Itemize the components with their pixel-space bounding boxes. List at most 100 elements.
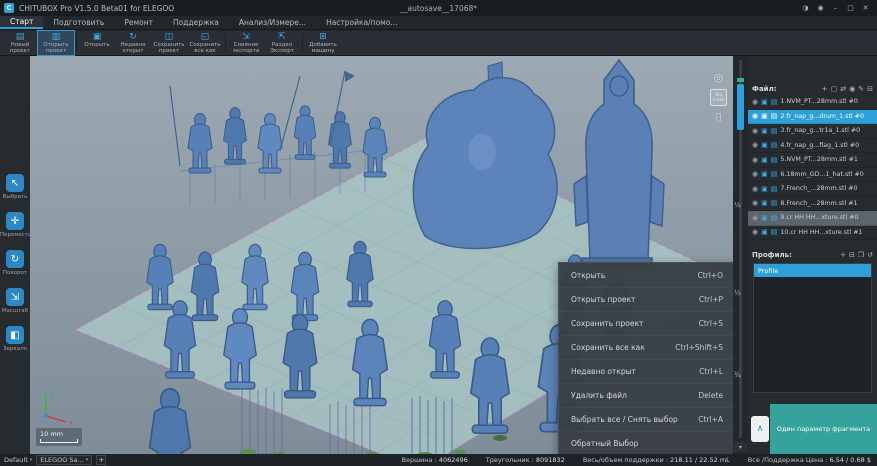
user-icon[interactable]: ◉ bbox=[813, 1, 828, 15]
tab-prepare[interactable]: Подготовить bbox=[43, 16, 114, 29]
eye-icon[interactable]: ◉ bbox=[752, 214, 758, 222]
context-menu-recently-opened[interactable]: Недавно открыт Ctrl+L bbox=[559, 360, 733, 384]
eye-icon[interactable]: ◉ bbox=[752, 112, 758, 120]
support-state-icon[interactable]: ▣ bbox=[761, 127, 768, 135]
select-tool-button[interactable]: ↖ Выбрать bbox=[3, 174, 28, 200]
file-type-icon: ▤ bbox=[771, 98, 778, 106]
vertex-stat: Вершина : 4062496 bbox=[402, 456, 468, 464]
section-export-label: Раздел Экспорт bbox=[264, 42, 300, 54]
save-project-button[interactable]: ◫ Сохранить проект bbox=[151, 31, 187, 55]
eye-icon[interactable]: ◉ bbox=[752, 228, 758, 236]
mirror-tool-button[interactable]: ◧ Зеркало bbox=[3, 326, 27, 352]
file-row-4[interactable]: ◉ ▣ ▤ 4.fr_nap_g...flag_1.stl #0 bbox=[748, 139, 877, 154]
add-tab-button[interactable]: + bbox=[96, 455, 106, 465]
eye-icon[interactable]: ◉ bbox=[752, 98, 758, 106]
support-state-icon[interactable]: ▣ bbox=[761, 170, 768, 178]
merge-export-label: Слияние экспорта bbox=[228, 42, 264, 54]
delete-file-icon[interactable]: ⊟ bbox=[867, 85, 873, 93]
toolbar-separator bbox=[76, 34, 77, 52]
support-state-icon[interactable]: ▣ bbox=[761, 228, 768, 236]
layer-slider-handle[interactable] bbox=[737, 84, 744, 130]
eye-icon[interactable]: ◉ bbox=[752, 127, 758, 135]
add-machine-button[interactable]: ⊞ Добавить машину bbox=[305, 31, 341, 55]
slider-down-button[interactable]: ▾ bbox=[734, 442, 747, 452]
support-state-icon[interactable]: ▣ bbox=[761, 112, 768, 120]
context-menu-save-all-as[interactable]: Сохранить все как Ctrl+Shift+S bbox=[559, 336, 733, 360]
eye-icon[interactable]: ◉ bbox=[752, 170, 758, 178]
cylinder-view-icon[interactable]: ▯ bbox=[715, 111, 721, 123]
rename-file-icon[interactable]: ✎ bbox=[858, 85, 864, 93]
eye-icon[interactable]: ◉ bbox=[752, 156, 758, 164]
file-row-7[interactable]: ◉ ▣ ▤ 7.French_...28mm.stl #0 bbox=[748, 182, 877, 197]
support-state-icon[interactable]: ▣ bbox=[761, 199, 768, 207]
eye-icon[interactable]: ◉ bbox=[752, 199, 758, 207]
context-menu-save-project[interactable]: Сохранить проект Ctrl+S bbox=[559, 312, 733, 336]
file-row-8[interactable]: ◉ ▣ ▤ 8.French_...28mm.stl #1 bbox=[748, 197, 877, 212]
tab-repair[interactable]: Ремонт bbox=[114, 16, 163, 29]
delete-profile-icon[interactable]: ⊟ bbox=[849, 251, 855, 259]
minimize-button[interactable]: – bbox=[828, 1, 843, 15]
new-project-button[interactable]: ▤ Новый проект bbox=[2, 31, 38, 55]
sync-profile-icon[interactable]: ↺ bbox=[867, 251, 873, 259]
tab-support[interactable]: Поддержка bbox=[163, 16, 229, 29]
default-profile-select[interactable]: Default ▾ bbox=[4, 456, 32, 464]
file-row-6[interactable]: ◉ ▣ ▤ 6.18mm_GD...1_hat.stl #0 bbox=[748, 168, 877, 183]
tab-settings-help[interactable]: Настройка/помо... bbox=[316, 16, 408, 29]
maximize-button[interactable]: ▢ bbox=[843, 1, 858, 15]
context-menu-delete-file[interactable]: Удалить файл Delete bbox=[559, 384, 733, 408]
save-all-as-button[interactable]: ◱ Сохранить все как bbox=[187, 31, 223, 55]
support-state-icon[interactable]: ▣ bbox=[761, 156, 768, 164]
context-menu-open-project[interactable]: Открыть проект Ctrl+P bbox=[559, 288, 733, 312]
eye-icon[interactable]: ◉ bbox=[752, 141, 758, 149]
toggle-visibility-icon[interactable]: ◉ bbox=[849, 85, 855, 93]
machine-select[interactable]: ELEGOO Sa... ▾ bbox=[36, 455, 92, 465]
rotate-tool-button[interactable]: ↻ Поворот bbox=[3, 250, 27, 276]
theme-icon[interactable]: ◑ bbox=[798, 1, 813, 15]
layer-slider[interactable]: ¼ ½ ¾ ▾ bbox=[733, 56, 748, 454]
slider-mark-quarter: ¼ bbox=[734, 201, 741, 209]
section-export-button[interactable]: ⇱ Раздел Экспорт bbox=[264, 31, 300, 55]
swap-files-icon[interactable]: ⇄ bbox=[840, 85, 846, 93]
support-state-icon[interactable]: ▣ bbox=[761, 214, 768, 222]
file-row-1[interactable]: ◉ ▣ ▤ 1.NVM_PT...28mm.stl #0 bbox=[748, 95, 877, 110]
file-row-3[interactable]: ◉ ▣ ▤ 3.fr_nap_g...tr1a_1.stl #0 bbox=[748, 124, 877, 139]
orbit-icon[interactable]: ◎ bbox=[714, 72, 724, 84]
support-state-icon[interactable]: ▣ bbox=[761, 141, 768, 149]
context-menu-invert-selection[interactable]: Обратный Выбор bbox=[559, 432, 733, 454]
profile-row-selected[interactable]: Profile bbox=[754, 264, 871, 277]
add-profile-icon[interactable]: + bbox=[840, 251, 846, 259]
expand-panel-button[interactable]: ∧ bbox=[751, 416, 769, 442]
select-tool-label: Выбрать bbox=[3, 194, 28, 200]
context-menu-open[interactable]: Открыть Ctrl+O bbox=[559, 264, 733, 288]
context-menu-save-project-shortcut: Ctrl+S bbox=[699, 319, 723, 328]
slider-mark-half: ½ bbox=[734, 289, 741, 297]
scale-tool-button[interactable]: ⇲ Масштаб bbox=[2, 288, 28, 314]
context-menu-select-all[interactable]: Выбрать все / Снять выбор Ctrl+A bbox=[559, 408, 733, 432]
select-all-files-icon[interactable]: ▢ bbox=[831, 85, 838, 93]
context-menu-select-all-shortcut: Ctrl+A bbox=[698, 415, 723, 424]
file-row-5[interactable]: ◉ ▣ ▤ 5.NVM_PT...28mm.stl #1 bbox=[748, 153, 877, 168]
file-row-10[interactable]: ◉ ▣ ▤ 10.cr HH HH...xture.stl #1 bbox=[748, 226, 877, 241]
slider-mark-three-quarter: ¾ bbox=[734, 371, 741, 379]
support-state-icon[interactable]: ▣ bbox=[761, 98, 768, 106]
scale-tool-icon: ⇲ bbox=[6, 288, 24, 306]
merge-export-button[interactable]: ⇲ Слияние экспорта bbox=[228, 31, 264, 55]
view-cube[interactable]: Top Front bbox=[710, 89, 727, 106]
axis-z-label: z bbox=[50, 391, 54, 399]
fragment-parameter-button[interactable]: Один параметр фрагмента bbox=[770, 404, 877, 454]
file-row-9[interactable]: ◉ ▣ ▤ 9.cr HH HH...xture.stl #0 bbox=[748, 211, 877, 226]
open-project-button[interactable]: ▥ Открыть проект bbox=[38, 31, 74, 55]
context-menu-open-project-shortcut: Ctrl+P bbox=[699, 295, 723, 304]
tab-analyze-measure[interactable]: Анализ/Измере... bbox=[229, 16, 316, 29]
open-button[interactable]: ▣ Открыть bbox=[79, 31, 115, 55]
close-button[interactable]: ✕ bbox=[858, 1, 873, 15]
copy-profile-icon[interactable]: ❐ bbox=[858, 251, 864, 259]
eye-icon[interactable]: ◉ bbox=[752, 185, 758, 193]
viewport-3d[interactable]: ◎ Top Front ▯ z x 10 mm bbox=[30, 56, 733, 454]
recently-opened-button[interactable]: ↻ Недавно открыт bbox=[115, 31, 151, 55]
support-state-icon[interactable]: ▣ bbox=[761, 185, 768, 193]
add-file-icon[interactable]: + bbox=[822, 85, 828, 93]
file-row-2-selected[interactable]: ◉ ▣ ▤ 2.fr_nap_g...drum_1.stl #0 bbox=[748, 110, 877, 125]
tab-start[interactable]: Старт bbox=[0, 16, 43, 29]
move-tool-button[interactable]: ✛ Переместить bbox=[0, 212, 30, 238]
